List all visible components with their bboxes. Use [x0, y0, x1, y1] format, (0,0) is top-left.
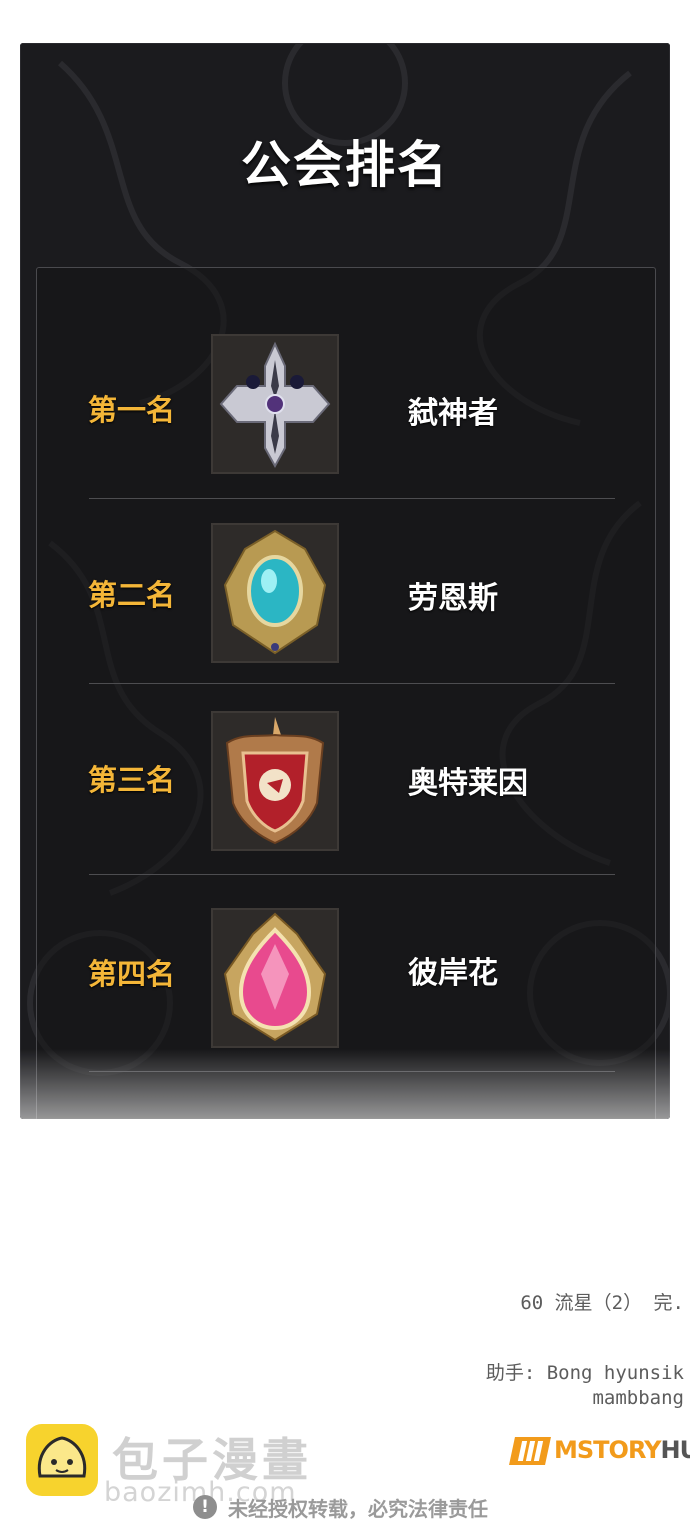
guild-ranking-panel: 公会排名 第一名 弑神者 第二名 劳恩斯 第三名 奥特莱因 第四名 彼岸花	[20, 43, 670, 1119]
page-title: 公会排名	[241, 136, 449, 194]
bottom-fade	[20, 1049, 670, 1119]
alert-icon: !	[193, 1495, 217, 1519]
assistant-credit: 助手: Bong hyunsik	[485, 1362, 684, 1384]
guild-name: 奥特莱因	[408, 766, 528, 801]
guild-name: 劳恩斯	[408, 581, 498, 616]
row-divider	[89, 498, 615, 499]
red-lion-shield-emblem-icon	[211, 711, 339, 851]
cyan-gem-emblem-icon	[211, 523, 339, 663]
mstory-mark-icon	[509, 1437, 551, 1465]
bun-mascot-logo-icon	[26, 1424, 98, 1496]
chapter-end-text: 60 流星（2） 完.	[520, 1292, 684, 1314]
silver-cross-emblem-icon	[211, 334, 339, 474]
ranking-board: 第一名 弑神者 第二名 劳恩斯 第三名 奥特莱因 第四名 彼岸花	[36, 267, 656, 1119]
row-divider	[89, 683, 615, 684]
guild-name: 彼岸花	[408, 956, 498, 991]
rank-label: 第三名	[88, 763, 176, 797]
row-divider	[89, 874, 615, 875]
rank-label: 第二名	[88, 578, 176, 612]
publisher-name: MSTORYHUB	[554, 1436, 690, 1464]
pink-gem-emblem-icon	[211, 908, 339, 1048]
rank-label: 第一名	[88, 393, 176, 427]
guild-name: 弑神者	[408, 396, 498, 431]
copyright-notice: 未经授权转载，必究法律责任	[228, 1497, 488, 1521]
assistant-credit-2: mambbang	[592, 1387, 684, 1409]
rank-label: 第四名	[88, 957, 176, 991]
